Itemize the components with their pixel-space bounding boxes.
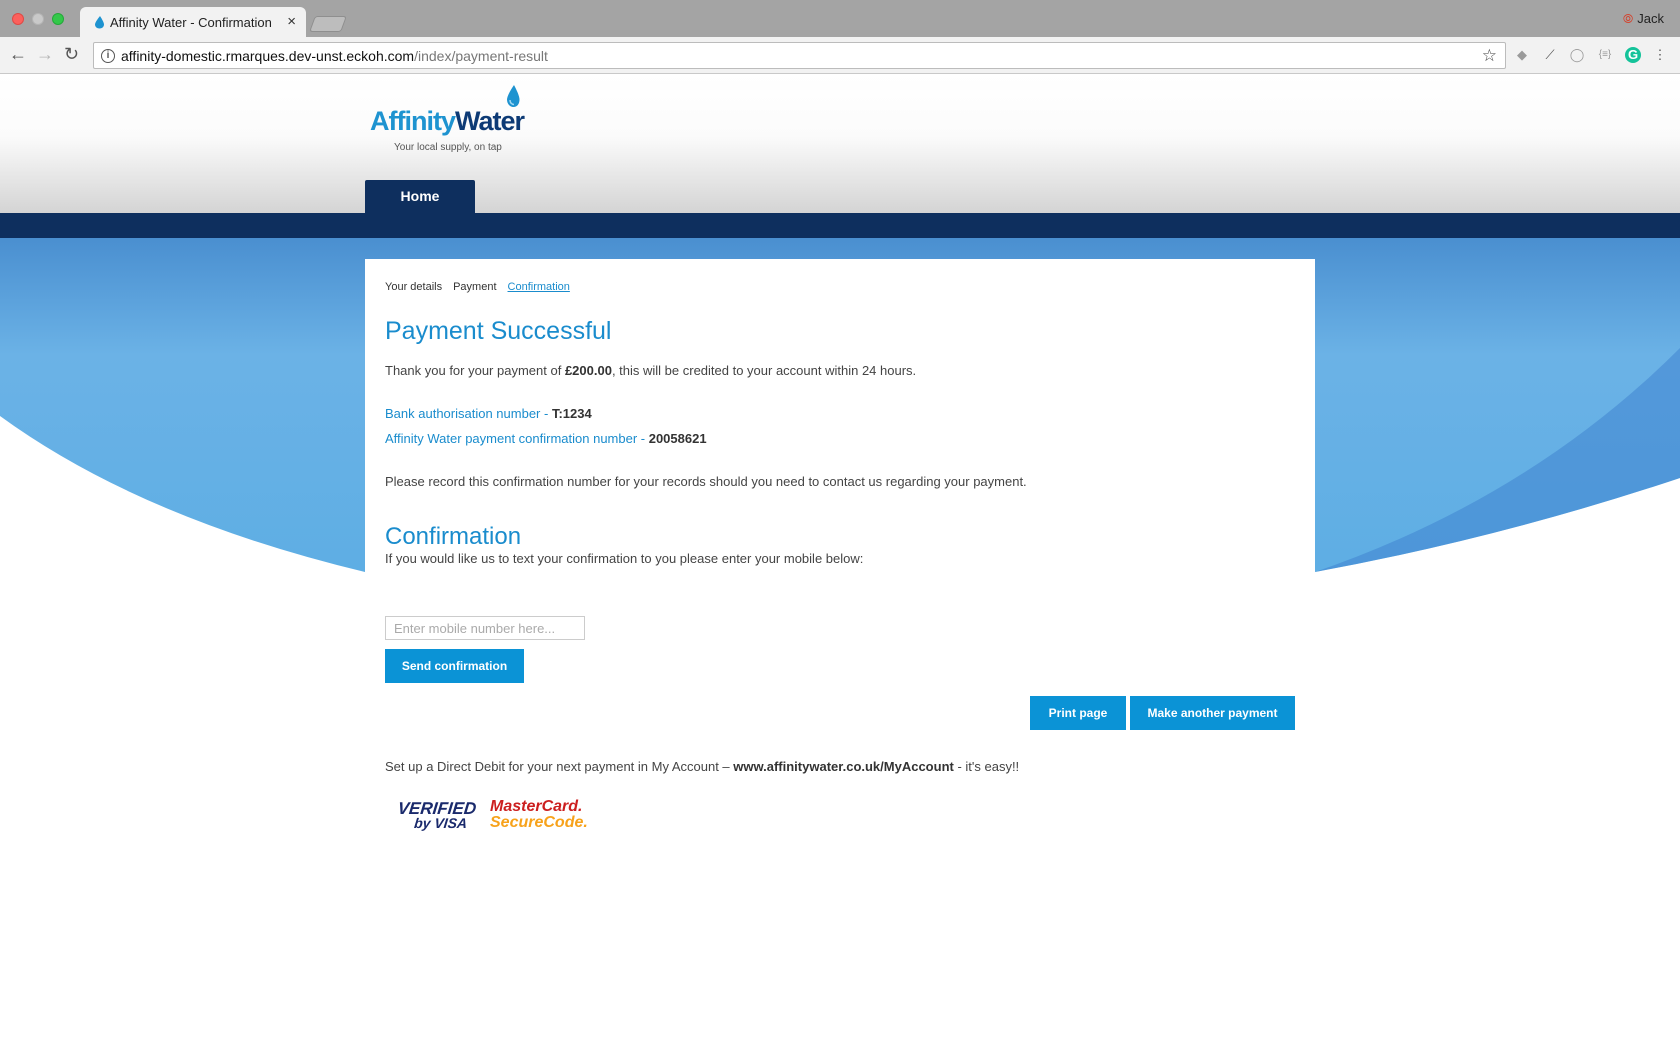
- json-extension-icon[interactable]: {≡}: [1597, 47, 1613, 63]
- payment-amount: £200.00: [564, 363, 612, 378]
- confirmation-heading: Confirmation: [385, 523, 522, 550]
- mastercard-securecode-logo: MasterCard. SecureCode.: [490, 799, 588, 831]
- step-confirmation[interactable]: Confirmation: [508, 281, 570, 293]
- profile-button[interactable]: ⦾ Jack: [1623, 11, 1664, 27]
- my-account-link[interactable]: www.affinitywater.co.uk/MyAccount: [733, 759, 954, 774]
- thanks-suffix: , this will be credited to your account …: [611, 363, 917, 378]
- confirm-number-value: 20058621: [648, 431, 707, 446]
- close-window-button[interactable]: [12, 13, 24, 25]
- forward-arrow-icon[interactable]: →: [36, 44, 54, 65]
- tab-title: Affinity Water - Confirmation: [110, 15, 272, 30]
- browser-tab-active[interactable]: Affinity Water - Confirmation ×: [80, 7, 306, 37]
- dropbox-extension-icon[interactable]: ◆: [1514, 47, 1530, 63]
- circle-extension-icon[interactable]: ◯: [1569, 47, 1585, 63]
- visa-line2: by VISA: [413, 815, 469, 831]
- thanks-prefix: Thank you for your payment of: [385, 363, 565, 378]
- payment-successful-heading: Payment Successful: [385, 317, 612, 345]
- site-info-icon[interactable]: i: [101, 49, 115, 63]
- confirm-number-label: Affinity Water payment confirmation numb…: [385, 431, 649, 446]
- nav-bar: [0, 213, 1680, 238]
- step-payment: Payment: [453, 281, 497, 293]
- record-note-text: Please record this confirmation number f…: [385, 474, 1027, 489]
- confirmation-prompt: If you would like us to text your confir…: [385, 551, 864, 566]
- print-page-button[interactable]: Print page: [1030, 696, 1126, 730]
- back-arrow-icon[interactable]: ←: [9, 44, 27, 65]
- water-drop-icon: [507, 85, 520, 107]
- direct-debit-suffix: - it's easy!!: [953, 759, 1020, 774]
- minimize-window-button[interactable]: [32, 13, 44, 25]
- affinity-water-favicon-icon: [95, 16, 104, 29]
- site-header: AffinityWater Your local supply, on tap …: [0, 74, 1680, 213]
- address-bar[interactable]: i affinity-domestic.rmarques.dev-unst.ec…: [93, 42, 1506, 69]
- maximize-window-button[interactable]: [52, 13, 64, 25]
- reload-icon[interactable]: ↻: [64, 44, 79, 65]
- security-badges: VERIFIED by VISA MasterCard. SecureCode.: [385, 791, 588, 841]
- mc-line2: SecureCode.: [490, 814, 588, 831]
- bank-auth-label: Bank authorisation number -: [385, 406, 552, 421]
- tab-close-icon[interactable]: ×: [287, 13, 296, 30]
- content-card: Your details Payment Confirmation Payment …: [365, 259, 1315, 1050]
- url-text: affinity-domestic.rmarques.dev-unst.ecko…: [121, 48, 548, 64]
- browser-toolbar: ← → ↻ i affinity-domestic.rmarques.dev-u…: [0, 37, 1680, 74]
- grammarly-extension-icon[interactable]: G: [1625, 47, 1641, 63]
- browser-titlebar: Affinity Water - Confirmation × ⦾ Jack: [0, 0, 1680, 37]
- direct-debit-prefix: Set up a Direct Debit for your next paym…: [385, 759, 734, 774]
- nav-home-tab[interactable]: Home: [365, 180, 475, 213]
- profile-name: Jack: [1637, 11, 1664, 26]
- bookmark-star-icon[interactable]: ☆: [1482, 46, 1497, 66]
- new-tab-button[interactable]: [309, 16, 347, 32]
- affinity-water-logo[interactable]: AffinityWater Your local supply, on tap: [370, 84, 530, 159]
- url-host: affinity-domestic.rmarques.dev-unst.ecko…: [121, 48, 415, 64]
- make-another-payment-button[interactable]: Make another payment: [1130, 696, 1295, 730]
- eyedropper-extension-icon[interactable]: ⟋: [1542, 47, 1558, 63]
- mc-line1: MasterCard.: [490, 798, 583, 815]
- confirmation-number-row: Affinity Water payment confirmation numb…: [385, 431, 707, 446]
- verified-by-visa-logo: VERIFIED by VISA: [395, 799, 477, 831]
- direct-debit-text: Set up a Direct Debit for your next paym…: [385, 759, 1019, 774]
- logo-word-affinity: Affinity: [370, 106, 456, 136]
- payment-thanks-text: Thank you for your payment of £200.00, t…: [385, 363, 916, 378]
- bank-authorisation-row: Bank authorisation number - T:1234: [385, 406, 592, 421]
- send-confirmation-button[interactable]: Send confirmation: [385, 649, 524, 683]
- logo-wordmark: AffinityWater: [370, 106, 525, 137]
- browser-menu-icon[interactable]: ⋮: [1652, 47, 1668, 63]
- profile-icon: ⦾: [1622, 11, 1634, 26]
- logo-word-water: Water: [454, 106, 525, 136]
- web-page: AffinityWater Your local supply, on tap …: [0, 74, 1680, 1050]
- progress-steps: Your details Payment Confirmation: [385, 281, 581, 293]
- bank-auth-value: T:1234: [551, 406, 592, 421]
- step-your-details: Your details: [385, 281, 443, 293]
- mobile-number-input[interactable]: [385, 616, 585, 640]
- logo-tagline: Your local supply, on tap: [394, 142, 502, 153]
- url-path: /index/payment-result: [414, 48, 548, 64]
